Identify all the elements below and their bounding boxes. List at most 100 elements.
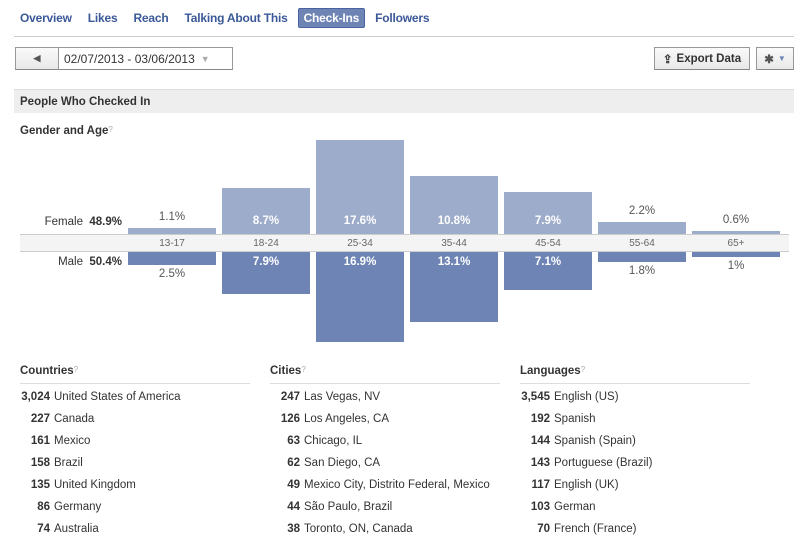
- list-title: Languages?: [520, 365, 750, 384]
- count: 247: [280, 391, 300, 403]
- male-data-label: 7.1%: [534, 256, 562, 268]
- item-label: Brazil: [54, 457, 83, 469]
- list-item: 3,024 United States of America: [20, 386, 250, 408]
- item-label: United States of America: [54, 391, 181, 403]
- list-item: 103 German: [520, 496, 750, 518]
- age-tick-label: 65+: [727, 238, 745, 249]
- list-title: Countries?: [20, 365, 250, 384]
- count: 126: [280, 413, 300, 425]
- item-label: German: [554, 501, 596, 513]
- help-icon[interactable]: ?: [301, 365, 305, 374]
- item-label: Canada: [54, 413, 95, 425]
- help-icon[interactable]: ?: [581, 365, 585, 374]
- female-data-label: 1.1%: [158, 211, 186, 224]
- list-item: 38 Toronto, ON, Canada: [270, 518, 500, 540]
- age-tick-label: 13-17: [159, 238, 185, 249]
- list-item: 44 São Paulo, Brazil: [270, 496, 500, 518]
- item-label: Los Angeles, CA: [304, 413, 390, 425]
- count: 161: [30, 435, 50, 447]
- female-data-label: 10.8%: [437, 215, 471, 227]
- count: 44: [287, 501, 300, 513]
- item-label: Germany: [54, 501, 102, 513]
- item-label: San Diego, CA: [304, 457, 381, 469]
- age-tick-label: 35-44: [441, 238, 467, 249]
- count: 86: [37, 501, 50, 513]
- gender-age-chart: 13-17 1.1% 2.5% 18-24 8.7% 7.9% 25-34 17.6% 16.9…: [0, 0, 807, 360]
- item-label: United Kingdom: [54, 479, 136, 491]
- count: 158: [30, 457, 50, 469]
- item-label: Spanish: [554, 413, 596, 425]
- list-item: 158 Brazil: [20, 452, 250, 474]
- list-item: 74 Australia: [20, 518, 250, 540]
- list-item: 3,545 English (US): [520, 386, 750, 408]
- count: 3,545: [521, 391, 550, 403]
- list-item: 192 Spanish: [520, 408, 750, 430]
- female-bar: [128, 228, 216, 234]
- list-item: 117 English (UK): [520, 474, 750, 496]
- item-label: São Paulo, Brazil: [304, 501, 393, 513]
- list-item: 126 Los Angeles, CA: [270, 408, 500, 430]
- male-bar: [128, 252, 216, 266]
- count: 62: [287, 457, 300, 469]
- list-title: Cities?: [270, 365, 500, 384]
- list-item: 143 Portuguese (Brazil): [520, 452, 750, 474]
- help-icon[interactable]: ?: [74, 365, 78, 374]
- item-label: Las Vegas, NV: [304, 391, 381, 403]
- item-label: Mexico: [54, 435, 91, 447]
- count: 135: [30, 479, 50, 491]
- age-tick-label: 45-54: [535, 238, 561, 249]
- age-tick-label: 55-64: [629, 238, 655, 249]
- male-data-label: 2.5%: [158, 268, 186, 281]
- count: 63: [287, 435, 300, 447]
- item-label: Toronto, ON, Canada: [304, 523, 413, 535]
- male-data-label: 16.9%: [343, 256, 377, 268]
- age-tick-label: 18-24: [253, 238, 279, 249]
- male-data-label: 1%: [727, 260, 745, 273]
- male-data-label: 1.8%: [628, 264, 656, 277]
- count: 144: [530, 435, 550, 447]
- count: 38: [287, 523, 300, 535]
- list-item: 227 Canada: [20, 408, 250, 430]
- female-bar: [504, 191, 592, 234]
- item-label: French (France): [554, 523, 637, 535]
- list-item: 70 French (France): [520, 518, 750, 540]
- languages-list: Languages? 3,545 English (US) 192 Spanish 144…: [520, 365, 750, 540]
- cities-list: Cities? 247 Las Vegas, NV 126 Los Angeles, C…: [270, 365, 500, 540]
- list-item: 62 San Diego, CA: [270, 452, 500, 474]
- female-bar: [598, 222, 686, 234]
- item-label: English (US): [554, 391, 619, 403]
- female-data-label: 8.7%: [252, 215, 280, 227]
- count: 74: [37, 523, 50, 535]
- male-bar: [692, 252, 780, 258]
- count: 227: [30, 413, 50, 425]
- male-data-label: 7.9%: [252, 256, 280, 268]
- female-bar: [692, 230, 780, 234]
- count: 143: [530, 457, 550, 469]
- male-data-label: 13.1%: [437, 256, 471, 268]
- count: 117: [531, 479, 550, 491]
- count: 49: [287, 479, 300, 491]
- list-item: 86 Germany: [20, 496, 250, 518]
- countries-list: Countries? 3,024 United States of America 2…: [20, 365, 250, 540]
- female-data-label: 2.2%: [628, 205, 656, 218]
- item-label: Spanish (Spain): [554, 435, 636, 447]
- female-data-label: 0.6%: [722, 213, 750, 226]
- item-label: Portuguese (Brazil): [554, 457, 653, 469]
- count: 70: [537, 523, 550, 535]
- list-item: 144 Spanish (Spain): [520, 430, 750, 452]
- male-bar: [598, 252, 686, 262]
- female-bar: [222, 187, 310, 234]
- count: 192: [530, 413, 550, 425]
- item-label: Chicago, IL: [304, 435, 363, 447]
- female-data-label: 17.6%: [343, 215, 377, 227]
- count: 3,024: [21, 391, 50, 403]
- list-item: 247 Las Vegas, NV: [270, 386, 500, 408]
- item-label: English (UK): [554, 479, 619, 491]
- item-label: Mexico City, Distrito Federal, Mexico: [304, 479, 490, 491]
- list-item: 135 United Kingdom: [20, 474, 250, 496]
- count: 103: [530, 501, 550, 513]
- list-item: 161 Mexico: [20, 430, 250, 452]
- age-tick-label: 25-34: [347, 238, 373, 249]
- list-item: 63 Chicago, IL: [270, 430, 500, 452]
- female-data-label: 7.9%: [534, 215, 562, 227]
